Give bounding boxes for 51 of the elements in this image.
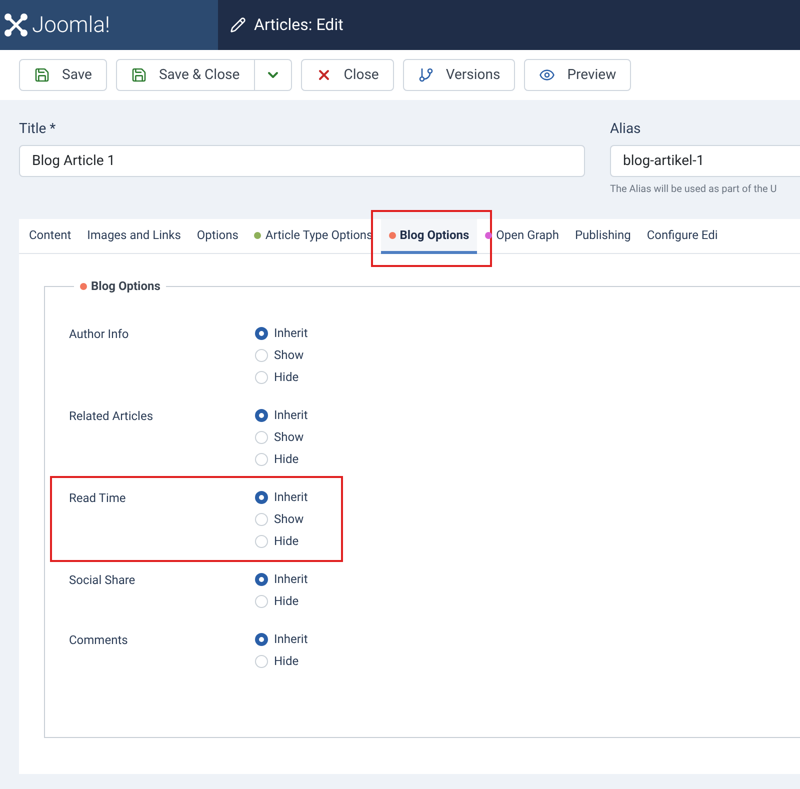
field-label: Social Share: [69, 572, 136, 589]
field-label: Read Time: [69, 490, 127, 507]
title-input[interactable]: Blog Article 1: [19, 145, 585, 177]
radio-button[interactable]: [255, 572, 268, 586]
radio-label: Inherit: [274, 325, 308, 341]
radio-label: Inherit: [274, 489, 308, 505]
radio-button[interactable]: [255, 632, 268, 646]
tab[interactable]: Options: [188, 219, 246, 254]
radio-label: Show: [274, 347, 304, 363]
pencil-icon: [230, 17, 246, 33]
radio-label: Hide: [274, 593, 299, 609]
radio-button[interactable]: [255, 408, 268, 422]
tab[interactable]: Publishing: [566, 219, 639, 254]
toolbar-button[interactable]: Save & Close: [116, 59, 255, 91]
radio-label: Hide: [274, 369, 299, 385]
field-label: Related Articles: [69, 408, 154, 425]
field-label: Title *: [19, 120, 57, 139]
save-icon: [34, 67, 50, 83]
radio-label: Hide: [274, 451, 299, 467]
tab[interactable]: Article Type Options: [246, 219, 381, 254]
tab[interactable]: Configure Edi: [638, 219, 726, 254]
radio-label: Inherit: [274, 571, 308, 587]
toolbar-button[interactable]: Versions: [402, 59, 516, 91]
save-icon: [130, 67, 147, 83]
dropdown-toggle[interactable]: [254, 59, 292, 91]
logo-icon: [4, 13, 28, 37]
radio-label: Inherit: [274, 407, 308, 423]
page-title: Articles: Edit: [254, 14, 344, 36]
alias-hint: The Alias will be used as part of the U: [610, 183, 778, 197]
radio-button[interactable]: [255, 326, 268, 340]
tab[interactable]: Content: [21, 219, 80, 254]
branch-icon: [418, 67, 434, 83]
field-label: Alias: [610, 120, 642, 139]
radio-label: Show: [274, 429, 304, 445]
field-label: Comments: [69, 632, 129, 649]
radio-label: Hide: [274, 653, 299, 669]
radio-label: Hide: [274, 533, 299, 549]
alias-input[interactable]: blog-artikel-1: [610, 145, 800, 177]
eye-icon: [539, 67, 556, 83]
toolbar-button[interactable]: Save: [19, 59, 107, 91]
toolbar-button[interactable]: Close: [300, 59, 394, 91]
radio-label: Inherit: [274, 631, 308, 647]
fieldset-legend: Blog Options: [91, 277, 160, 295]
tab[interactable]: Open Graph: [477, 219, 567, 254]
field-label: Author Info: [69, 326, 130, 343]
radio-button[interactable]: [255, 490, 268, 504]
tab[interactable]: Images and Links: [79, 219, 189, 254]
logo-text: Joomla!: [32, 12, 110, 40]
tab[interactable]: Blog Options: [380, 219, 478, 254]
toolbar-button[interactable]: Preview: [524, 59, 632, 91]
radio-label: Show: [274, 511, 304, 527]
